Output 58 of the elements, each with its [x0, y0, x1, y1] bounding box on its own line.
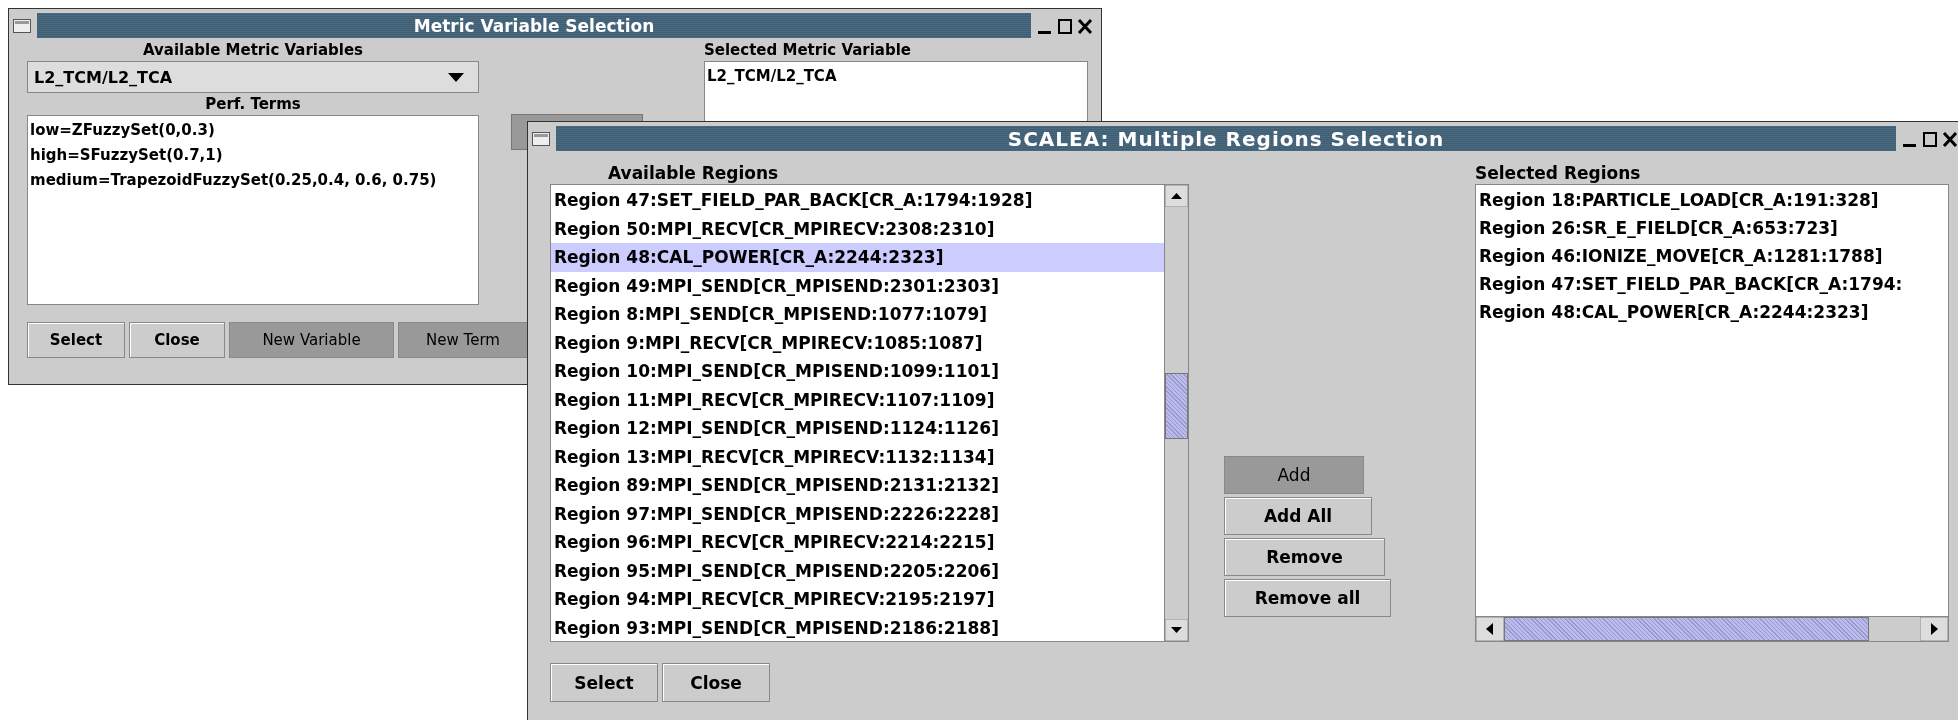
list-item[interactable]: Region 93:MPI_SEND[CR_MPISEND:2186:2188]	[551, 613, 1164, 641]
list-item[interactable]: Region 89:MPI_SEND[CR_MPISEND:2131:2132]	[551, 471, 1164, 500]
list-item[interactable]: Region 95:MPI_SEND[CR_MPISEND:2205:2206]	[551, 556, 1164, 585]
window-menu-icon[interactable]	[532, 131, 550, 146]
list-item[interactable]: Region 50:MPI_RECV[CR_MPIRECV:2308:2310]	[551, 214, 1164, 243]
transfer-button[interactable]: Remove all	[1224, 579, 1391, 617]
list-item[interactable]: low=ZFuzzySet(0,0.3)	[30, 118, 215, 143]
close-icon[interactable]	[1077, 16, 1093, 35]
list-item[interactable]: Region 13:MPI_RECV[CR_MPIRECV:1132:1134]	[551, 442, 1164, 471]
list-item[interactable]: Region 48:CAL_POWER[CR_A:2244:2323]	[551, 243, 1164, 272]
scroll-right-icon[interactable]	[1920, 617, 1948, 641]
dialog-button[interactable]: Select	[27, 322, 125, 358]
window-title: SCALEA: Multiple Regions Selection	[1007, 126, 1445, 151]
list-item[interactable]: Region 9:MPI_RECV[CR_MPIRECV:1085:1087]	[551, 328, 1164, 357]
scroll-up-icon[interactable]	[1165, 185, 1188, 207]
list-item[interactable]: Region 96:MPI_RECV[CR_MPIRECV:2214:2215]	[551, 528, 1164, 557]
section-label: Perf. Terms	[205, 94, 301, 115]
list-item[interactable]: high=SFuzzySet(0.7,1)	[30, 143, 223, 168]
list-item[interactable]: Region 18:PARTICLE_LOAD[CR_A:191:328]	[1476, 186, 1948, 214]
scroll-down-icon[interactable]	[1165, 619, 1188, 641]
window-menu-icon[interactable]	[13, 18, 31, 33]
list-item[interactable]: Region 94:MPI_RECV[CR_MPIRECV:2195:2197]	[551, 585, 1164, 614]
dropdown-arrow-icon	[448, 72, 464, 82]
list-item[interactable]: Region 47:SET_FIELD_PAR_BACK[CR_A:1794:	[1476, 270, 1948, 298]
maximize-icon[interactable]	[1922, 129, 1938, 148]
transfer-button[interactable]: Remove	[1224, 538, 1385, 576]
list-item[interactable]: Region 46:IONIZE_MOVE[CR_A:1281:1788]	[1476, 242, 1948, 270]
scroll-left-icon[interactable]	[1476, 617, 1504, 641]
list-item[interactable]: L2_TCM/L2_TCA	[707, 64, 837, 89]
horizontal-scrollbar[interactable]	[1476, 616, 1948, 641]
list-item[interactable]: Region 49:MPI_SEND[CR_MPISEND:2301:2303]	[551, 271, 1164, 300]
scrollbar-thumb[interactable]	[1504, 617, 1869, 641]
section-label: Selected Metric Variable	[704, 40, 913, 61]
list-item[interactable]: Region 12:MPI_SEND[CR_MPISEND:1124:1126]	[551, 414, 1164, 443]
list-item[interactable]: Region 97:MPI_SEND[CR_MPISEND:2226:2228]	[551, 499, 1164, 528]
vertical-scrollbar[interactable]	[1164, 185, 1188, 641]
transfer-button[interactable]: Add All	[1224, 497, 1372, 535]
list-item[interactable]: Region 8:MPI_SEND[CR_MPISEND:1077:1079]	[551, 300, 1164, 329]
list-item[interactable]: Region 48:CAL_POWER[CR_A:2244:2323]	[1476, 298, 1948, 326]
dialog-button[interactable]: New Term	[398, 322, 528, 358]
list-item[interactable]: Region 26:SR_E_FIELD[CR_A:653:723]	[1476, 214, 1948, 242]
maximize-icon[interactable]	[1057, 16, 1073, 35]
close-icon[interactable]	[1942, 129, 1958, 148]
section-label: Selected Regions	[1475, 162, 1642, 184]
dropdown[interactable]: L2_TCM/L2_TCA	[27, 61, 479, 93]
dialog-button[interactable]: Select	[550, 663, 658, 702]
dialog-button[interactable]: Close	[662, 663, 770, 702]
section-label: Available Regions	[608, 162, 780, 184]
scrollbar-thumb[interactable]	[1165, 373, 1188, 439]
list-item[interactable]: Region 10:MPI_SEND[CR_MPISEND:1099:1101]	[551, 357, 1164, 386]
dialog-button[interactable]: Close	[129, 322, 225, 358]
transfer-button[interactable]: Add	[1224, 456, 1364, 494]
section-label: Available Metric Variables	[142, 40, 364, 61]
list-item[interactable]: medium=TrapezoidFuzzySet(0.25,0.4, 0.6, 0.75)	[30, 168, 437, 193]
dialog-button[interactable]: New Variable	[229, 322, 394, 358]
list-item[interactable]: Region 11:MPI_RECV[CR_MPIRECV:1107:1109]	[551, 385, 1164, 414]
window-title: Metric Variable Selection	[413, 15, 655, 36]
list-item[interactable]: Region 47:SET_FIELD_PAR_BACK[CR_A:1794:1928]	[551, 186, 1164, 215]
